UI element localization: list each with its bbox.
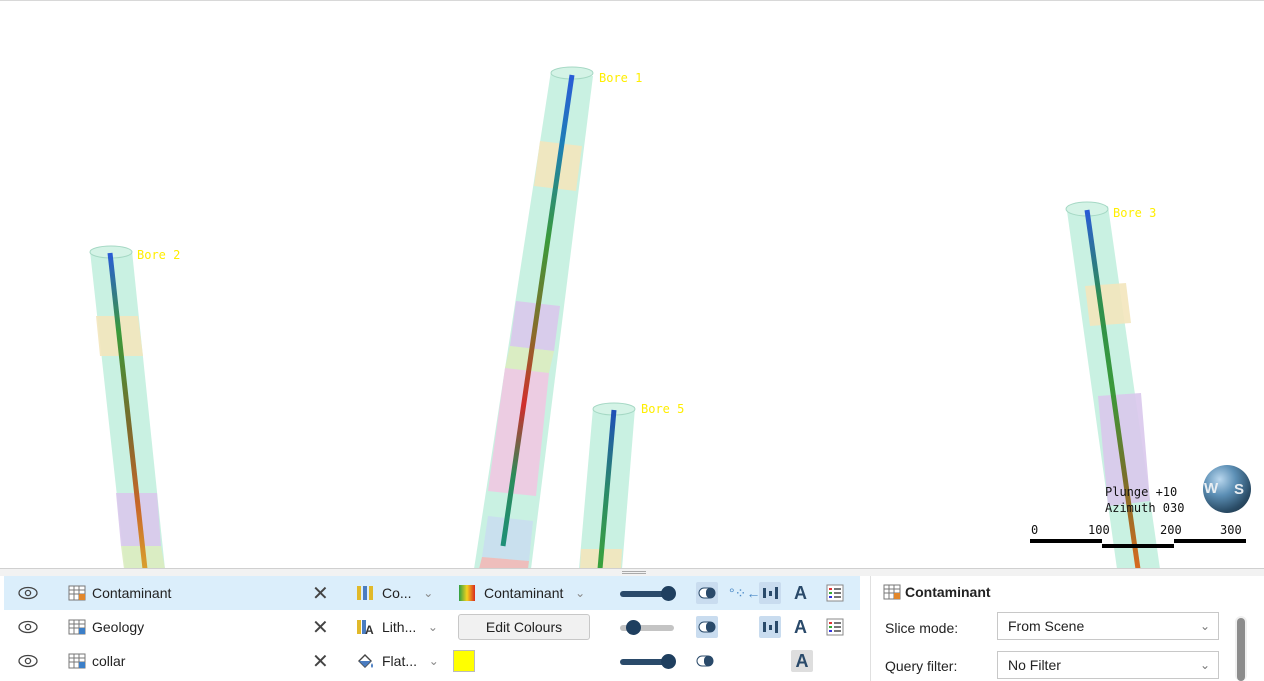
colour-swatch[interactable] xyxy=(453,644,475,678)
value-bars-icon[interactable] xyxy=(759,610,781,644)
layer-name: collar xyxy=(92,653,126,669)
close-icon[interactable]: ✕ xyxy=(312,610,329,644)
edit-colours-button[interactable]: Edit Colours xyxy=(458,614,590,640)
display-column-value: Flat... xyxy=(382,653,418,669)
eye-icon[interactable] xyxy=(18,576,38,610)
legend-list-icon[interactable] xyxy=(826,610,844,644)
scale-tick-label: 100 xyxy=(1088,523,1110,537)
query-filter-value: No Filter xyxy=(1008,657,1061,673)
chevron-down-icon: ⌄ xyxy=(427,620,438,634)
label-toggle-icon[interactable]: A xyxy=(791,644,813,678)
display-column-select[interactable]: Lith... ⌄ xyxy=(382,610,438,644)
query-filter-label: Query filter: xyxy=(885,658,958,674)
properties-title-text: Contaminant xyxy=(905,584,991,600)
svg-text:A: A xyxy=(365,623,374,636)
layer-name: Contaminant xyxy=(92,585,172,601)
label-toggle-icon[interactable]: A xyxy=(794,576,807,610)
slice-mode-select[interactable]: From Scene ⌄ xyxy=(997,612,1219,640)
table-icon xyxy=(68,644,86,678)
lithology-icon: A xyxy=(356,610,374,644)
opacity-slider[interactable] xyxy=(620,576,678,610)
panel-splitter[interactable] xyxy=(0,568,1264,576)
bore-1-tube[interactable] xyxy=(474,66,594,569)
layer-row-contaminant[interactable]: Contaminant ✕ Co... ⌄ Contaminant ⌄ °⁘← … xyxy=(4,576,860,610)
scale-tick-label: 300 xyxy=(1220,523,1242,537)
layer-row-collar[interactable]: collar ✕ Flat... ⌄ A xyxy=(4,644,860,678)
paint-bucket-icon xyxy=(356,644,376,678)
table-icon xyxy=(68,576,86,610)
bore-2-tube[interactable] xyxy=(89,245,165,569)
display-column-select[interactable]: Co... ⌄ xyxy=(382,576,433,610)
chevron-down-icon: ⌄ xyxy=(428,654,439,668)
opacity-knob[interactable] xyxy=(626,620,641,635)
table-icon xyxy=(68,610,86,644)
eye-icon[interactable] xyxy=(18,644,38,678)
slice-toggle-icon[interactable] xyxy=(696,644,714,678)
display-column-value: Co... xyxy=(382,585,412,601)
slice-mode-label: Slice mode: xyxy=(885,620,959,636)
query-filter-select[interactable]: No Filter ⌄ xyxy=(997,651,1219,679)
plunge-readout: Plunge +10 xyxy=(1105,485,1178,499)
opacity-knob[interactable] xyxy=(661,654,676,669)
view-orientation-globe[interactable]: W S xyxy=(1203,465,1251,513)
slice-toggle-icon[interactable] xyxy=(696,610,718,644)
legend-value: Contaminant xyxy=(484,585,564,601)
bore-label: Bore 1 xyxy=(599,71,643,85)
azimuth-readout: Azimuth 030 xyxy=(1105,501,1185,515)
scale-tick-label: 200 xyxy=(1160,523,1182,537)
slice-mode-value: From Scene xyxy=(1008,618,1085,634)
collapse-points-icon[interactable]: °⁘← xyxy=(729,576,760,610)
compass-letter-w: W xyxy=(1204,480,1219,497)
scrollbar-thumb[interactable] xyxy=(1237,618,1245,681)
bore-label: Bore 2 xyxy=(137,248,181,262)
table-icon xyxy=(883,584,901,600)
opacity-knob[interactable] xyxy=(661,586,676,601)
scale-tick-label: 0 xyxy=(1031,523,1039,537)
label-toggle-icon[interactable]: A xyxy=(794,610,807,644)
display-column-value: Lith... xyxy=(382,619,417,635)
layer-row-geology[interactable]: Geology ✕ A Lith... ⌄ Edit Colours A xyxy=(4,610,860,644)
close-icon[interactable]: ✕ xyxy=(312,576,329,610)
scene-viewport[interactable]: Bore 1 Bore 2 Bore 3 Bore 5 Plunge +10 A… xyxy=(0,0,1264,569)
chevron-down-icon: ⌄ xyxy=(1199,619,1210,633)
slice-toggle-icon[interactable] xyxy=(696,576,718,610)
shown-items-list: Contaminant ✕ Co... ⌄ Contaminant ⌄ °⁘← … xyxy=(0,576,860,681)
chevron-down-icon: ⌄ xyxy=(423,586,434,600)
colour-gradient-icon xyxy=(458,576,476,610)
value-bars-icon[interactable] xyxy=(759,576,781,610)
properties-scrollbar[interactable] xyxy=(1235,616,1247,681)
bore-label: Bore 3 xyxy=(1113,206,1157,220)
splitter-grip[interactable] xyxy=(622,571,646,574)
opacity-slider[interactable] xyxy=(620,610,678,644)
display-column-select[interactable]: Flat... ⌄ xyxy=(382,644,439,678)
legend-select[interactable]: Contaminant ⌄ xyxy=(484,576,585,610)
scene-graphics xyxy=(89,66,1246,569)
legend-list-icon[interactable] xyxy=(826,576,844,610)
properties-panel: Contaminant Slice mode: From Scene ⌄ Que… xyxy=(870,576,1264,681)
bore-label: Bore 5 xyxy=(641,402,685,416)
close-icon[interactable]: ✕ xyxy=(312,644,329,678)
bore-5-tube[interactable] xyxy=(579,402,636,569)
colour-columns-icon xyxy=(356,576,374,610)
layer-name: Geology xyxy=(92,619,145,635)
chevron-down-icon: ⌄ xyxy=(575,586,586,600)
chevron-down-icon: ⌄ xyxy=(1199,658,1210,672)
eye-icon[interactable] xyxy=(18,610,38,644)
opacity-slider[interactable] xyxy=(620,644,678,678)
compass-letter-s: S xyxy=(1234,481,1245,498)
properties-title: Contaminant xyxy=(883,584,991,600)
